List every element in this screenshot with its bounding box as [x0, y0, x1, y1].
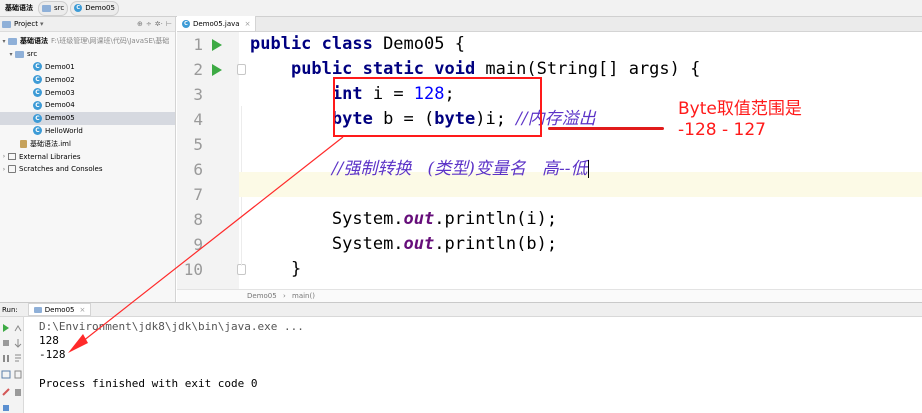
arrow-head-icon — [68, 334, 88, 353]
annotation-arrow — [68, 136, 344, 353]
